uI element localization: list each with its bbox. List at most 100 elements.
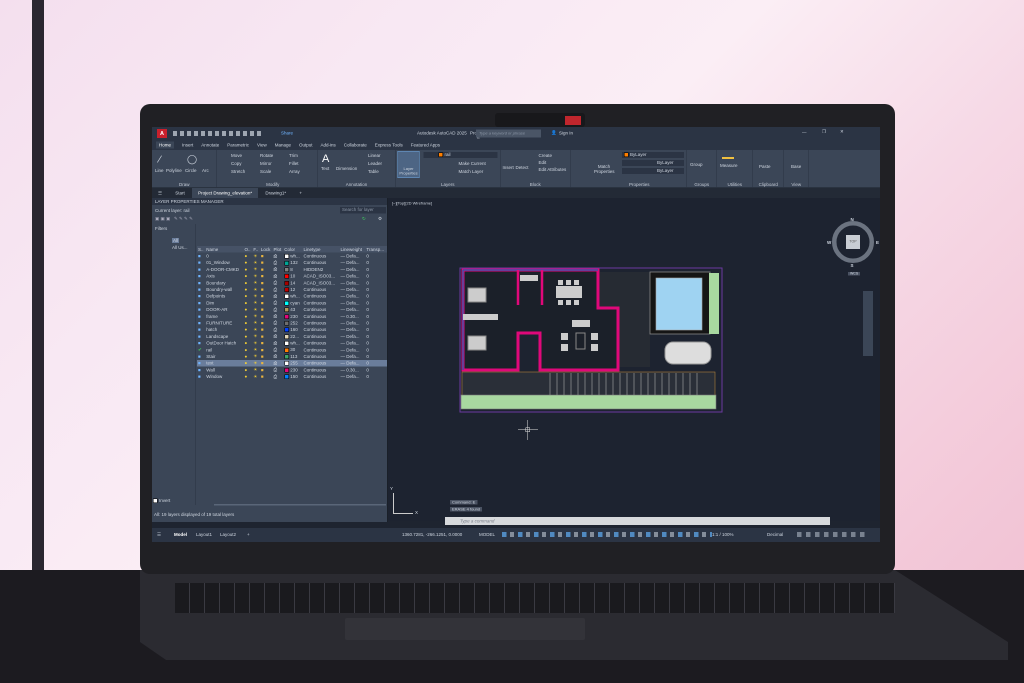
layer-row[interactable]: ■ A-DOOR-CMKD ● ☀ ■ ⎙ 8 HIDDEN2 — Defa..… — [197, 266, 387, 273]
lock-icon[interactable]: ■ — [260, 367, 273, 374]
tab-layout1[interactable]: Layout1 — [196, 532, 212, 537]
on-bulb-icon[interactable]: ● — [244, 253, 253, 260]
layer-name[interactable]: Stair — [205, 353, 243, 360]
plot-icon[interactable]: ⎙ — [273, 340, 284, 347]
tab-project-drawing[interactable]: Project Drawing_elevation* — [192, 188, 259, 198]
layer-color[interactable]: 10 — [283, 273, 302, 280]
column-header[interactable]: Color — [283, 246, 303, 253]
on-bulb-icon[interactable]: ● — [244, 373, 253, 380]
on-bulb-icon[interactable]: ● — [244, 306, 253, 313]
viewcube-top[interactable]: TOP — [846, 235, 860, 249]
freeze-sun-icon[interactable]: ☀ — [252, 320, 259, 327]
freeze-sun-icon[interactable]: ☀ — [252, 340, 259, 347]
layer-name[interactable]: A-DOOR-CMKD — [205, 266, 243, 273]
on-bulb-icon[interactable]: ● — [244, 353, 253, 360]
layer-transparency[interactable]: 0 — [365, 253, 387, 260]
edit-attributes-button[interactable]: Edit Attributes — [539, 167, 567, 172]
on-bulb-icon[interactable]: ● — [244, 266, 253, 273]
layer-color[interactable]: 113 — [283, 353, 302, 360]
layer-transparency[interactable]: 0 — [365, 279, 387, 286]
on-bulb-icon[interactable]: ● — [244, 340, 253, 347]
text-button[interactable]: Text — [321, 166, 329, 171]
layer-transparency[interactable]: 0 — [365, 306, 387, 313]
lock-icon[interactable]: ■ — [260, 293, 273, 300]
tab-home[interactable]: Home — [156, 141, 175, 149]
layer-color[interactable]: 230 — [283, 367, 302, 374]
freeze-sun-icon[interactable]: ☀ — [252, 333, 259, 340]
layer-row[interactable]: ■ frame ● ☀ ■ ⎙ 230 Continuous — 0.30...… — [197, 313, 387, 320]
drafting-toggles[interactable] — [502, 532, 712, 537]
layer-row[interactable]: ■ DOOR-AR ● ☀ ■ ⎙ 43 Continuous — Defa..… — [197, 306, 387, 313]
freeze-sun-icon[interactable]: ☀ — [252, 300, 259, 307]
layer-transparency[interactable]: 0 — [365, 367, 387, 374]
tab-parametric[interactable]: Parametric — [227, 143, 249, 148]
copy-button[interactable]: Copy — [231, 161, 242, 166]
layer-color[interactable]: 150 — [283, 373, 302, 380]
freeze-sun-icon[interactable]: ☀ — [252, 253, 259, 260]
rotate-button[interactable]: Rotate — [260, 153, 273, 158]
layer-color[interactable]: wh... — [283, 253, 302, 260]
layer-lineweight[interactable]: — 0.30... — [339, 313, 365, 320]
plot-icon[interactable]: ⎙ — [273, 300, 284, 307]
plot-icon[interactable]: ⎙ — [273, 333, 284, 340]
move-button[interactable]: Move — [231, 153, 242, 158]
annotation-scale[interactable]: 1:1 / 100% — [712, 532, 734, 537]
layer-transparency[interactable]: 0 — [365, 320, 387, 327]
tab-layout2[interactable]: Layout2 — [220, 532, 236, 537]
layer-transparency[interactable]: 0 — [365, 266, 387, 273]
freeze-sun-icon[interactable]: ☀ — [252, 326, 259, 333]
layer-color[interactable]: wh... — [283, 340, 302, 347]
layer-lineweight[interactable]: — Defa... — [339, 333, 365, 340]
layer-color[interactable]: 132 — [283, 259, 302, 266]
compass-south[interactable]: S — [851, 263, 854, 268]
layer-color[interactable]: 160 — [283, 326, 302, 333]
layer-color[interactable]: 14 — [283, 279, 302, 286]
menu-icon[interactable]: ☰ — [152, 188, 168, 198]
tab-add-ins[interactable]: Add-ins — [321, 143, 336, 148]
scale-button[interactable]: Scale — [260, 169, 271, 174]
layer-linetype[interactable]: Continuous — [303, 353, 340, 360]
layer-name[interactable]: Axis — [205, 273, 243, 280]
freeze-sun-icon[interactable]: ☀ — [252, 373, 259, 380]
layer-linetype[interactable]: Continuous — [303, 326, 340, 333]
layer-color[interactable]: 230 — [283, 313, 302, 320]
layer-linetype[interactable]: Continuous — [303, 313, 340, 320]
layer-linetype[interactable]: Continuous — [303, 346, 340, 353]
layer-transparency[interactable]: 0 — [365, 359, 387, 367]
compass-west[interactable]: W — [827, 240, 831, 245]
layer-row[interactable]: ■ Window ● ☀ ■ ⎙ 150 Continuous — Defa..… — [197, 373, 387, 380]
tab-output[interactable]: Output — [299, 143, 313, 148]
share-button[interactable]: Share — [281, 131, 293, 136]
on-bulb-icon[interactable]: ● — [244, 346, 253, 353]
measure-button[interactable]: Measure — [720, 163, 738, 168]
tab-start[interactable]: Start — [169, 188, 191, 198]
fillet-button[interactable]: Fillet — [289, 161, 299, 166]
settings-icon[interactable]: ⚙ — [378, 216, 382, 222]
plot-icon[interactable]: ⎙ — [273, 373, 284, 380]
layer-lineweight[interactable]: — Defa... — [339, 320, 365, 327]
plot-icon[interactable]: ⎙ — [273, 273, 284, 280]
block-panel-label[interactable]: Block — [501, 182, 571, 187]
column-header[interactable]: Name — [205, 246, 244, 253]
layer-lineweight[interactable]: — Defa... — [339, 266, 365, 273]
lock-icon[interactable]: ■ — [260, 266, 273, 273]
layer-row[interactable]: ■ 01_Window ● ☀ ■ ⎙ 132 Continuous — Def… — [197, 259, 387, 266]
layer-transparency[interactable]: 0 — [365, 373, 387, 380]
layer-linetype[interactable]: Continuous — [303, 340, 340, 347]
plot-icon[interactable]: ⎙ — [272, 359, 284, 367]
lock-icon[interactable]: ■ — [260, 373, 273, 380]
command-input[interactable]: Type a command — [445, 517, 830, 525]
on-bulb-icon[interactable]: ● — [244, 286, 253, 293]
create-block-button[interactable]: Create — [539, 153, 553, 158]
array-button[interactable]: Array — [289, 169, 300, 174]
layer-transparency[interactable]: 0 — [365, 313, 387, 320]
layer-linetype[interactable]: Continuous — [302, 359, 340, 367]
layer-linetype[interactable]: Continuous — [303, 253, 340, 260]
column-header[interactable]: Plot — [272, 246, 284, 253]
layer-linetype[interactable]: Continuous — [303, 367, 340, 374]
layer-lineweight[interactable]: — Defa... — [339, 279, 365, 286]
edit-block-button[interactable]: Edit — [539, 160, 547, 165]
layer-row[interactable]: ■ FURNITURE ● ☀ ■ ⎙ 252 Continuous — Def… — [197, 320, 387, 327]
insert-button[interactable]: Insert — [503, 165, 514, 170]
layer-lineweight[interactable]: — Defa... — [339, 286, 365, 293]
